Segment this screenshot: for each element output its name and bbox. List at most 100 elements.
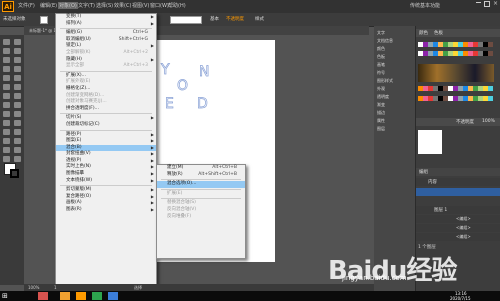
slice-tool-icon[interactable]: [14, 147, 21, 153]
gradient-tool-icon[interactable]: [14, 120, 21, 126]
layer-row[interactable]: 图层 1: [416, 206, 500, 214]
menu-effect[interactable]: 效果(C): [114, 2, 131, 9]
object-menu-item[interactable]: 封套扭曲(V) ▶: [56, 151, 156, 158]
line-tool-icon[interactable]: [14, 66, 21, 72]
scale-tool-icon[interactable]: [14, 93, 21, 99]
object-menu-item[interactable]: 切片(S) ▶: [56, 115, 156, 122]
tab-swatches[interactable]: 色板: [434, 30, 443, 36]
object-menu-item[interactable]: 锁定(L) ▶: [56, 43, 156, 50]
workspace-switcher[interactable]: 传统基本功能: [410, 2, 440, 9]
mesh-tool-icon[interactable]: [3, 120, 10, 126]
menu-object[interactable]: 对象(O): [58, 2, 78, 9]
sublayer-name[interactable]: <编组>: [456, 216, 471, 222]
panel-dock-button[interactable]: 文字: [374, 29, 415, 37]
object-menu-item[interactable]: 编组(G) Ctrl+G: [56, 30, 156, 37]
object-menu-item[interactable]: 拼合透明度(F)...: [56, 106, 156, 113]
zoom-tool-icon[interactable]: [14, 156, 21, 162]
sublayer-row[interactable]: <编组>: [416, 215, 500, 223]
sublayer-name[interactable]: <编组>: [456, 225, 471, 231]
hand-tool-icon[interactable]: [3, 156, 10, 162]
artboard-letter-n[interactable]: N: [199, 64, 210, 81]
rotate-tool-icon[interactable]: [3, 93, 10, 99]
color-swatch[interactable]: [488, 51, 493, 56]
object-menu-item[interactable]: 图表(R) ▶: [56, 207, 156, 214]
taskbar-app-icon[interactable]: [92, 292, 102, 300]
blend-menu-item[interactable]: 建立(M) Alt+Ctrl+B: [157, 165, 245, 172]
stroke-profile-select[interactable]: [170, 16, 202, 24]
taskbar-app-icon[interactable]: [60, 292, 70, 300]
panel-dock-button[interactable]: 外观: [374, 85, 415, 93]
panel-dock-button[interactable]: 画笔: [374, 61, 415, 69]
menu-file[interactable]: 文件(F): [18, 2, 35, 9]
menu-edit[interactable]: 编辑(E): [40, 2, 57, 9]
direct-selection-tool-icon[interactable]: [14, 39, 21, 45]
object-menu-item[interactable]: 排列(A) ▶: [56, 21, 156, 28]
object-menu-item[interactable]: 变换(T) ▶: [56, 14, 156, 21]
color-swatch[interactable]: [488, 96, 493, 101]
menu-help[interactable]: 帮助(H): [168, 2, 186, 9]
blend-menu-item[interactable]: 释放(R) Alt+Shift+Ctrl+B: [157, 172, 245, 179]
menu-type[interactable]: 文字(T): [78, 2, 95, 9]
object-menu-item[interactable]: 剪切蒙版(M) ▶: [56, 187, 156, 194]
object-menu-item[interactable]: 栅格化(Z)...: [56, 86, 156, 93]
taskbar-illustrator-icon[interactable]: [76, 292, 86, 300]
swatch-grid[interactable]: [418, 42, 494, 60]
graph-tool-icon[interactable]: [14, 138, 21, 144]
panel-dock-button[interactable]: 渐变: [374, 101, 415, 109]
maximize-icon[interactable]: [484, 1, 490, 7]
opacity-label[interactable]: 不透明度: [226, 16, 244, 22]
taskbar-app-icon[interactable]: [38, 292, 48, 300]
artboard-letter-e[interactable]: E: [165, 96, 175, 113]
close-icon[interactable]: ×: [493, 0, 498, 7]
panel-dock-button[interactable]: 符号: [374, 69, 415, 77]
windows-start-icon[interactable]: ⊞: [2, 292, 8, 300]
object-menu-item[interactable]: 图像描摹 ▶: [56, 171, 156, 178]
panel-dock-button[interactable]: 透明度: [374, 93, 415, 101]
selection-tool-icon[interactable]: [3, 39, 10, 45]
transparency-opacity-value[interactable]: 100%: [482, 119, 495, 124]
artboard-tool-icon[interactable]: [3, 147, 10, 153]
perspective-tool-icon[interactable]: [14, 111, 21, 117]
type-tool-icon[interactable]: [3, 66, 10, 72]
artboard-letter-y[interactable]: Y: [161, 62, 171, 79]
panel-dock-button[interactable]: 属性: [374, 117, 415, 125]
artboard-letter-o[interactable]: O: [177, 78, 189, 95]
menu-window[interactable]: 窗口(W): [150, 2, 169, 9]
lasso-tool-icon[interactable]: [14, 48, 21, 54]
brush-basic[interactable]: 基本: [210, 16, 219, 22]
taskbar-app-icon[interactable]: [108, 292, 118, 300]
curvature-tool-icon[interactable]: [14, 57, 21, 63]
eraser-tool-icon[interactable]: [14, 84, 21, 90]
sublayer-name[interactable]: <编组>: [456, 234, 471, 240]
paintbrush-tool-icon[interactable]: [14, 75, 21, 81]
color-swatch[interactable]: [488, 86, 493, 91]
symbol-sprayer-tool-icon[interactable]: [3, 138, 10, 144]
zoom-level[interactable]: 100%: [28, 285, 39, 290]
minimize-icon[interactable]: [476, 2, 481, 3]
object-menu-item[interactable]: 创建裁切标记(C): [56, 122, 156, 129]
menu-view[interactable]: 视图(V): [132, 2, 149, 9]
width-tool-icon[interactable]: [3, 102, 10, 108]
pattern-swatches[interactable]: [418, 64, 494, 82]
color-swatches[interactable]: [418, 86, 494, 106]
tab-color[interactable]: 颜色: [419, 30, 428, 36]
eyedropper-tool-icon[interactable]: [3, 129, 10, 135]
sublayer-row[interactable]: <编组>: [416, 233, 500, 241]
object-menu-item[interactable]: 图案(E) ▶: [56, 138, 156, 145]
panel-dock-button[interactable]: 颜色: [374, 45, 415, 53]
rectangle-tool-icon[interactable]: [3, 75, 10, 81]
pencil-tool-icon[interactable]: [3, 84, 10, 90]
artboard-letter-d[interactable]: D: [197, 96, 209, 113]
color-swatch[interactable]: [488, 42, 493, 47]
menu-select[interactable]: 选择(S): [96, 2, 113, 9]
fill-swatch[interactable]: [40, 16, 48, 24]
panel-dock-button[interactable]: 描边: [374, 109, 415, 117]
blend-tool-icon[interactable]: [14, 129, 21, 135]
panel-dock-button[interactable]: 图层: [374, 125, 415, 133]
sublayer-row[interactable]: <编组>: [416, 224, 500, 232]
object-menu-item[interactable]: 文本绕排(W) ▶: [56, 178, 156, 185]
shape-builder-tool-icon[interactable]: [3, 111, 10, 117]
panel-dock-button[interactable]: 色板: [374, 53, 415, 61]
artboard-number[interactable]: 1: [54, 285, 57, 290]
panel-dock-button[interactable]: 图形样式: [374, 77, 415, 85]
